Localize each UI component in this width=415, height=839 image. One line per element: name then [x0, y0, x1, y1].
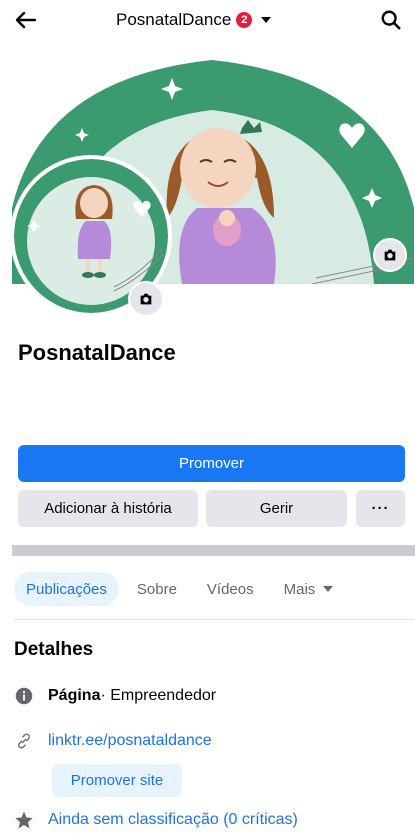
manage-button[interactable]: Gerir	[206, 490, 347, 527]
tab-videos[interactable]: Vídeos	[195, 572, 266, 606]
tab-more-label: Mais	[283, 580, 316, 598]
tab-posts[interactable]: Publicações	[14, 572, 119, 606]
page-title: PosnatalDance	[116, 10, 232, 29]
search-icon	[381, 10, 401, 30]
camera-icon	[140, 293, 152, 305]
website-row: linktr.ee/posnataldance	[14, 731, 212, 751]
edit-cover-button[interactable]	[373, 238, 407, 272]
profile-tabs: Publicações Sobre Vídeos Mais	[14, 572, 351, 606]
chevron-down-icon	[323, 586, 334, 592]
rating-row: Ainda sem classificação (0 críticas)	[14, 810, 298, 830]
info-icon	[14, 686, 34, 706]
more-options-button[interactable]: ···	[356, 490, 405, 527]
search-button[interactable]	[377, 6, 405, 34]
category-value: · Empreendedor	[100, 687, 217, 704]
camera-icon	[384, 249, 396, 261]
category-row: Página · Empreendedor	[14, 686, 216, 706]
back-button[interactable]	[12, 6, 40, 34]
promote-button[interactable]: Promover	[18, 445, 405, 482]
details-heading: Detalhes	[14, 639, 94, 660]
rating-link[interactable]: Ainda sem classificação (0 críticas)	[48, 811, 298, 829]
tab-about[interactable]: Sobre	[125, 572, 189, 606]
top-bar: PosnatalDance 2	[0, 0, 415, 40]
section-divider	[12, 545, 415, 556]
chevron-down-icon	[261, 17, 272, 23]
divider	[14, 619, 415, 620]
page-name: PosnatalDance	[18, 340, 176, 365]
arrow-left-icon	[15, 11, 37, 29]
star-icon	[14, 810, 34, 830]
website-link[interactable]: linktr.ee/posnataldance	[48, 732, 212, 750]
page-switcher[interactable]: PosnatalDance 2	[116, 7, 272, 33]
edit-profile-picture-button[interactable]	[128, 281, 164, 317]
category-label: Página	[48, 687, 101, 704]
notification-badge: 2	[236, 12, 253, 28]
add-to-story-button[interactable]: Adicionar à história	[18, 490, 198, 527]
link-icon	[14, 731, 34, 751]
promote-site-button[interactable]: Promover site	[52, 764, 182, 797]
tab-more[interactable]: Mais	[272, 572, 346, 606]
